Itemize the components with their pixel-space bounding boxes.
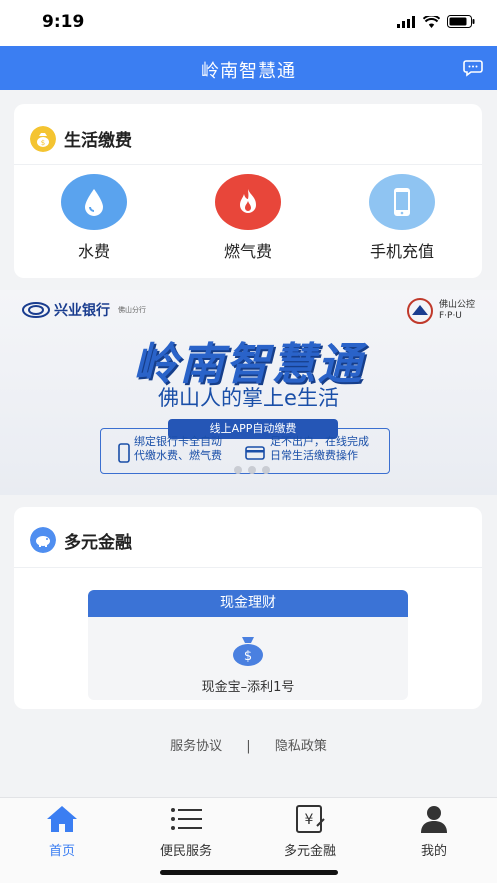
bank-name: 兴业银行 <box>54 303 110 319</box>
water-fee-item[interactable]: 水费 <box>34 174 154 264</box>
cash-management-header: 现金理财 <box>88 590 408 617</box>
banner-right-line-1: 足不出户，在线完成 <box>270 435 369 448</box>
divider <box>14 164 482 165</box>
cash-management-panel[interactable]: 现金理财 $ 现金宝–添利1号 <box>88 590 408 700</box>
banner-left-line-1: 绑定银行卡全自动 <box>134 435 222 448</box>
user-icon <box>421 806 447 833</box>
promo-banner[interactable]: 兴业银行 佛山分行 佛山公控 F·P·U 岭南智慧通 佛山人的掌上e生活 线上A… <box>0 290 497 495</box>
banner-dot[interactable] <box>248 466 256 474</box>
banner-right-text: 足不出户，在线完成 日常生活缴费操作 <box>270 435 369 463</box>
partner-name: 佛山公控 <box>438 300 475 310</box>
banner-subheadline: 佛山人的掌上e生活 <box>158 386 339 410</box>
tab-services-label: 便民服务 <box>159 844 212 859</box>
home-indicator <box>160 870 338 875</box>
mobile-topup-label: 手机充值 <box>369 242 434 261</box>
banner-left-line-2: 代缴水费、燃气费 <box>134 449 222 462</box>
partner-abbr: F·P·U <box>438 311 462 321</box>
wifi-icon <box>423 15 440 28</box>
flame-icon <box>215 174 281 230</box>
privacy-policy-link[interactable]: 隐私政策 <box>275 739 327 754</box>
finance-title: 多元金融 <box>64 533 132 553</box>
industrial-bank-logo-icon <box>22 302 50 318</box>
fpu-logo-icon <box>406 298 433 324</box>
tab-services[interactable]: 便民服务 <box>124 804 248 859</box>
banner-dot[interactable] <box>262 466 270 474</box>
svg-text:¥: ¥ <box>305 812 314 828</box>
finance-card: 多元金融 现金理财 $ 现金宝–添利1号 <box>14 507 482 709</box>
gas-fee-item[interactable]: 燃气费 <box>188 174 308 264</box>
battery-icon <box>447 15 475 28</box>
bank-branch: 佛山分行 <box>118 306 146 314</box>
tab-home-label: 首页 <box>48 844 75 859</box>
piggy-bank-icon <box>30 527 56 553</box>
svg-text:$: $ <box>41 139 45 147</box>
cellular-signal-icon <box>397 15 415 28</box>
message-bubble-icon[interactable] <box>463 58 483 78</box>
dollar-bag-icon: $ <box>233 637 263 666</box>
page-title: 岭南智慧通 <box>201 61 296 82</box>
footer-links: 服务协议 | 隐私政策 <box>0 735 497 754</box>
mobile-topup-item[interactable]: 手机充值 <box>342 174 462 264</box>
life-payment-title: 生活缴费 <box>64 131 132 151</box>
footer-separator: | <box>246 739 251 754</box>
status-time: 9:19 <box>42 12 85 32</box>
banner-pagination <box>234 466 270 474</box>
status-bar: 9:19 <box>0 0 497 46</box>
money-bag-icon: $ <box>30 126 56 152</box>
status-icons <box>397 15 475 28</box>
bank-card-icon <box>245 446 265 460</box>
bank-logo: 兴业银行 佛山分行 <box>22 300 146 320</box>
finance-document-icon: ¥ <box>296 805 325 833</box>
divider <box>14 567 482 568</box>
banner-dot[interactable] <box>234 466 242 474</box>
tab-profile[interactable]: 我的 <box>372 804 496 859</box>
life-payment-card: $ 生活缴费 水费 燃气费 手机充值 <box>14 104 482 278</box>
tab-profile-label: 我的 <box>420 844 447 859</box>
water-drop-icon <box>61 174 127 230</box>
mobile-phone-icon <box>369 174 435 230</box>
banner-right-line-2: 日常生活缴费操作 <box>270 449 358 462</box>
svg-text:$: $ <box>244 649 252 664</box>
water-fee-label: 水费 <box>77 242 110 261</box>
partner-logo: 佛山公控 F·P·U <box>405 298 475 324</box>
banner-left-text: 绑定银行卡全自动 代缴水费、燃气费 <box>134 435 222 463</box>
tab-finance[interactable]: ¥ 多元金融 <box>248 804 372 859</box>
product-name: 现金宝–添利1号 <box>201 680 295 695</box>
home-icon <box>47 806 77 832</box>
tab-finance-label: 多元金融 <box>283 844 336 859</box>
tab-home[interactable]: 首页 <box>0 804 124 859</box>
phone-outline-icon <box>118 443 130 463</box>
service-agreement-link[interactable]: 服务协议 <box>170 739 222 754</box>
list-icon <box>171 808 202 830</box>
gas-fee-label: 燃气费 <box>223 242 272 261</box>
nav-bar: 岭南智慧通 <box>0 46 497 90</box>
